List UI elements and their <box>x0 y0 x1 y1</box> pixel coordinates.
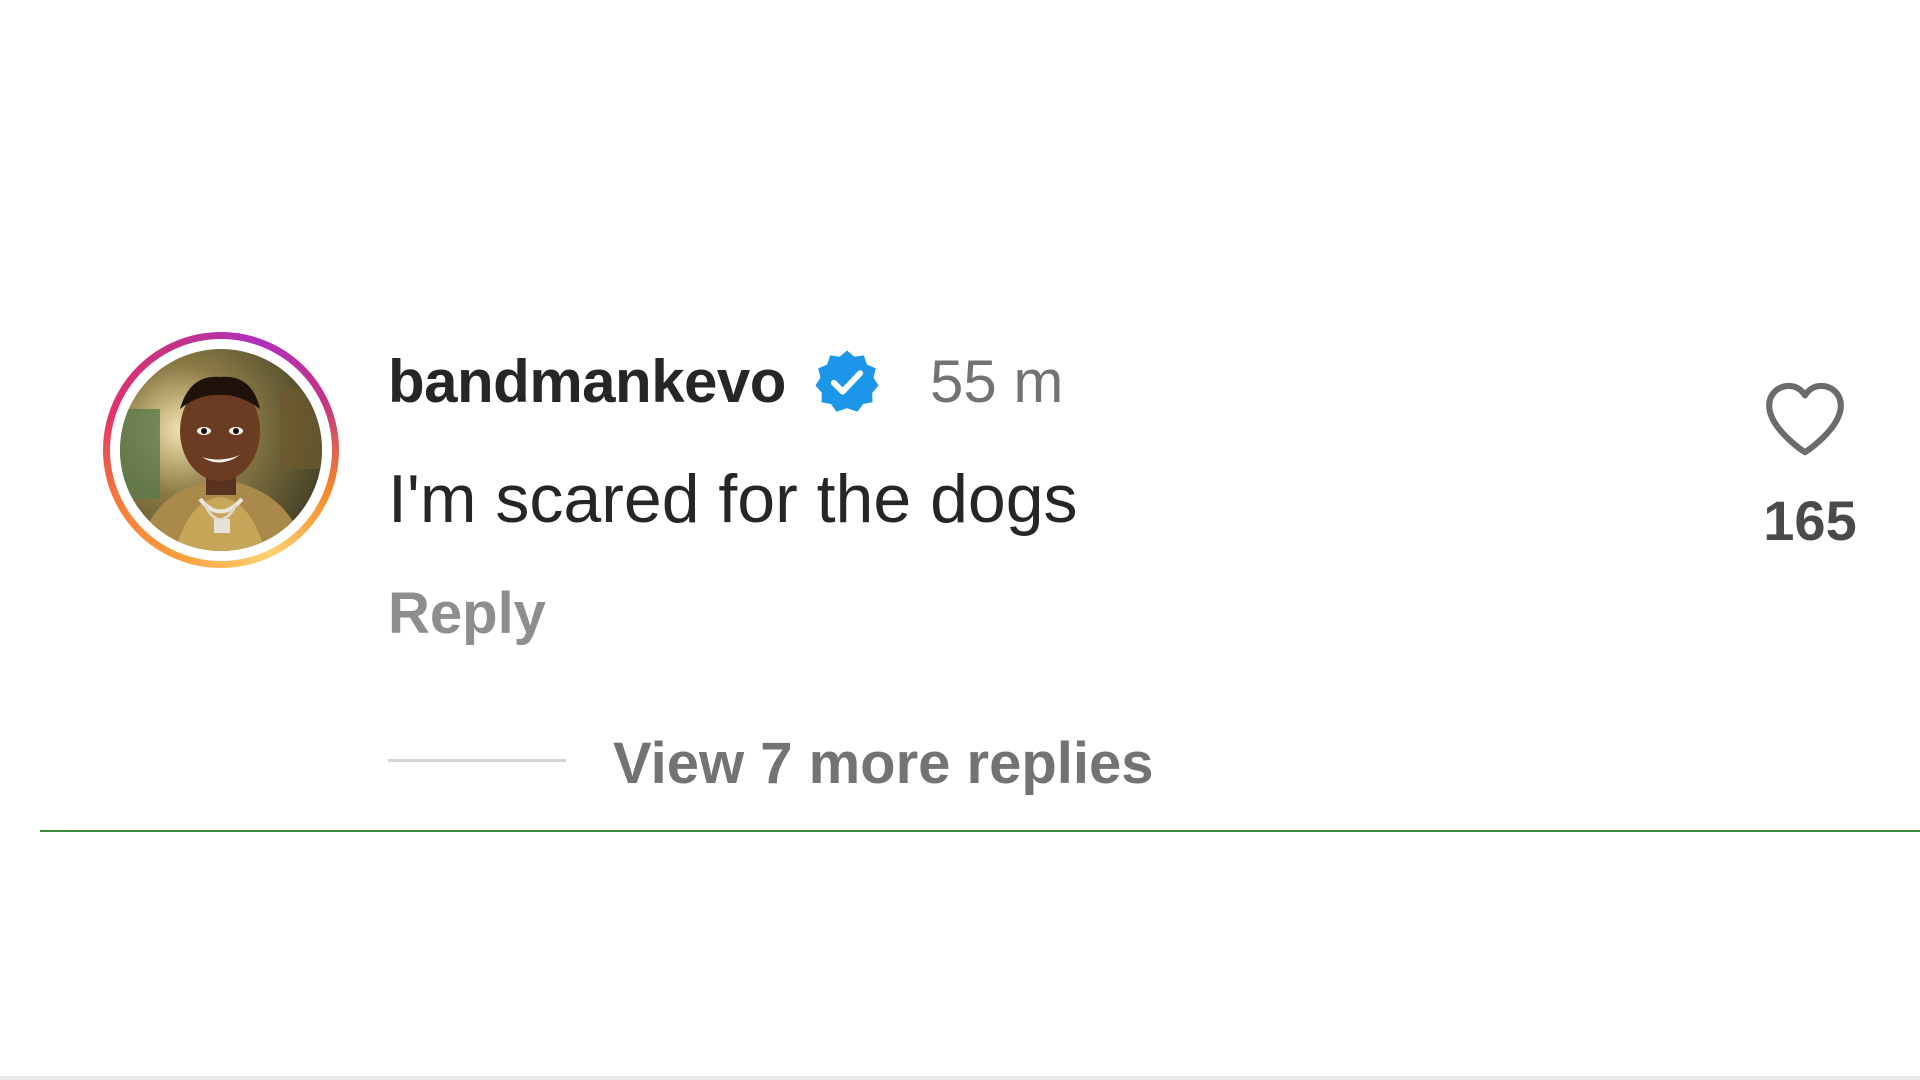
bottom-edge <box>0 1076 1920 1080</box>
heart-outline-icon[interactable] <box>1762 380 1848 460</box>
section-divider <box>40 830 1920 832</box>
verified-badge-icon <box>815 350 879 412</box>
reply-button[interactable]: Reply <box>388 574 546 654</box>
view-more-replies-button[interactable]: View 7 more replies <box>613 724 1154 804</box>
comment-username[interactable]: bandmankevo <box>388 342 786 422</box>
avatar-story-ring[interactable] <box>103 332 339 568</box>
avatar[interactable] <box>120 349 322 551</box>
comment-timestamp: 55 m <box>930 348 1064 415</box>
avatar-illustration <box>120 349 322 551</box>
replies-divider-line <box>388 759 566 762</box>
comment-screen: bandmankevo 55 m I'm scared for the dogs… <box>0 0 1920 1080</box>
comment-body: I'm scared for the dogs <box>388 461 1078 537</box>
like-count: 165 <box>1763 489 1857 552</box>
